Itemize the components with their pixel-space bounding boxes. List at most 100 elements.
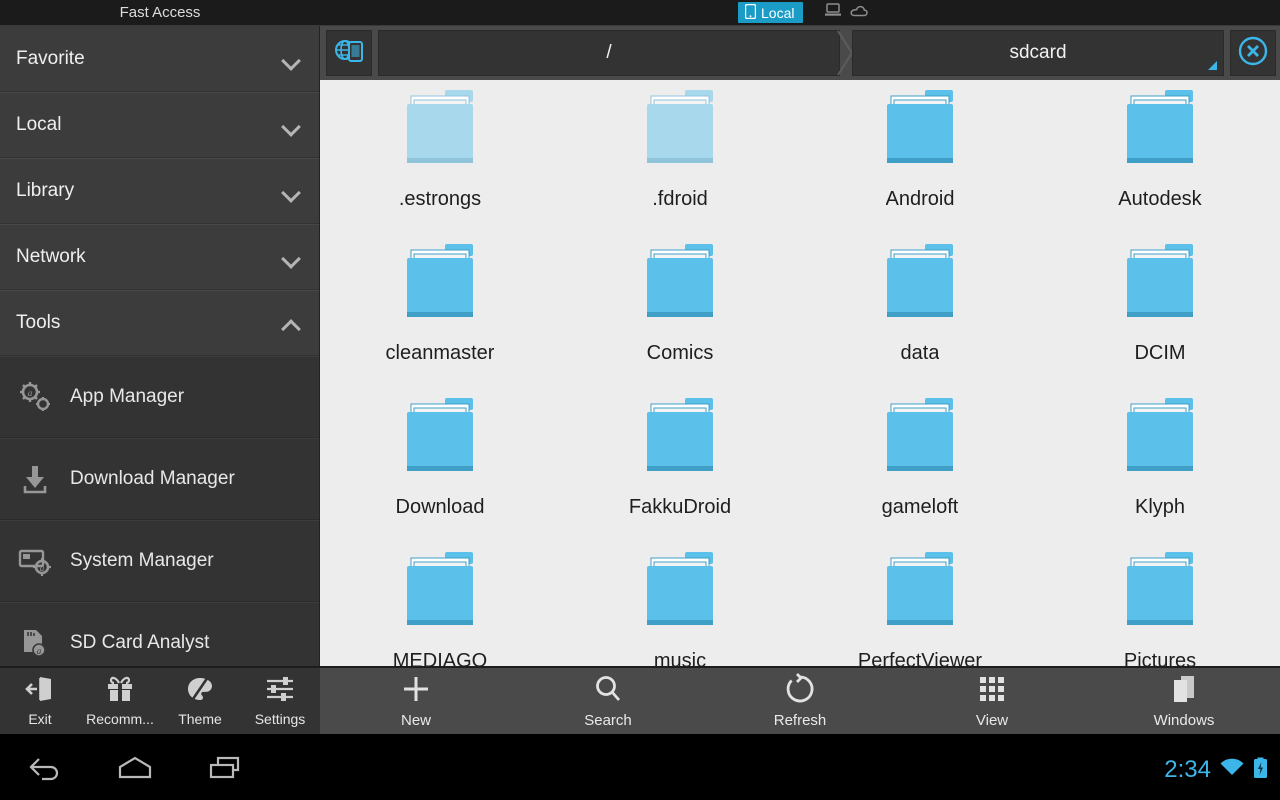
file-grid-item[interactable]: Klyph [1040, 388, 1280, 542]
svg-text:a: a [40, 563, 45, 573]
file-grid-item[interactable]: music [560, 542, 800, 666]
file-grid-item[interactable]: PerfectViewer [800, 542, 1040, 666]
refresh-button[interactable]: Refresh [704, 673, 896, 729]
folder-icon [881, 396, 959, 488]
file-name-label: Klyph [1134, 496, 1186, 518]
file-grid-item[interactable]: FakkuDroid [560, 388, 800, 542]
search-button[interactable]: Search [512, 673, 704, 729]
breadcrumb-segment-root[interactable]: / [378, 30, 840, 76]
file-grid-item[interactable]: gameloft [800, 388, 1040, 542]
file-grid-item[interactable]: Autodesk [1040, 80, 1280, 234]
file-grid-item[interactable]: cleanmaster [320, 234, 560, 388]
folder-icon [641, 242, 719, 334]
button-label: Settings [254, 711, 306, 727]
sidebar-item-system-manager[interactable]: a System Manager [0, 520, 319, 602]
file-grid-item[interactable]: .fdroid [560, 80, 800, 234]
file-grid-item[interactable]: DCIM [1040, 234, 1280, 388]
battery-charging-icon [1253, 757, 1268, 784]
android-file-manager-screen: Fast Access Local Favorite Local Library… [0, 0, 1280, 800]
wifi-icon [1219, 758, 1245, 783]
file-grid-item[interactable]: .estrongs [320, 80, 560, 234]
recents-icon [206, 755, 248, 786]
file-name-label: music [653, 650, 707, 666]
folder-icon [401, 88, 479, 180]
file-grid-item[interactable]: Android [800, 80, 1040, 234]
cloud-icon[interactable] [850, 4, 868, 22]
sidebar-group-label: Tools [16, 312, 61, 333]
folder-icon [1121, 88, 1199, 180]
breadcrumb-dropdown-marker-icon[interactable] [1208, 61, 1217, 70]
folder-icon [881, 550, 959, 642]
exit-button[interactable]: Exit [0, 675, 80, 727]
sidebar-group-label: Local [16, 114, 62, 135]
sidebar-group-local[interactable]: Local [0, 92, 319, 158]
sidebar: Favorite Local Library Network Tools a A… [0, 26, 320, 666]
recommend-button[interactable]: Recomm... [80, 675, 160, 727]
folder-icon [1121, 550, 1199, 642]
view-button[interactable]: View [896, 673, 1088, 729]
file-grid-item[interactable]: data [800, 234, 1040, 388]
status-bar: Fast Access Local [0, 0, 1280, 26]
back-button[interactable] [12, 752, 82, 788]
location-switch-button[interactable] [326, 30, 372, 76]
fast-access-title: Fast Access [119, 4, 201, 21]
file-name-label: Download [395, 496, 485, 518]
button-label: View [975, 712, 1009, 729]
sidebar-item-label: Download Manager [70, 468, 235, 489]
file-grid-item[interactable]: Comics [560, 234, 800, 388]
sidebar-item-download-manager[interactable]: Download Manager [0, 438, 319, 520]
gift-icon [105, 675, 135, 708]
sidebar-item-sd-card-analyst[interactable]: a SD Card Analyst [0, 602, 319, 666]
grid-icon [976, 673, 1008, 710]
sidebar-group-favorite[interactable]: Favorite [0, 26, 319, 92]
plus-icon [400, 673, 432, 710]
file-name-label: Comics [646, 342, 714, 364]
back-icon [27, 755, 67, 786]
system-card-gear-icon: a [18, 544, 52, 578]
file-name-label: Pictures [1123, 650, 1197, 666]
file-grid-item[interactable]: Pictures [1040, 542, 1280, 666]
folder-icon [881, 242, 959, 334]
sidebar-group-label: Library [16, 180, 75, 201]
sidebar-item-app-manager[interactable]: a App Manager [0, 356, 319, 438]
chevron-down-icon [281, 118, 303, 132]
home-button[interactable] [100, 752, 170, 788]
file-name-label: FakkuDroid [628, 496, 732, 518]
sidebar-group-tools[interactable]: Tools [0, 290, 319, 356]
folder-icon [1121, 396, 1199, 488]
breadcrumb-segment-current[interactable]: sdcard [852, 30, 1224, 76]
theme-button[interactable]: Theme [160, 675, 240, 727]
folder-icon [1121, 242, 1199, 334]
sidebar-item-label: System Manager [70, 550, 214, 571]
breadcrumb-label: / [606, 42, 612, 63]
file-grid-item[interactable]: Download [320, 388, 560, 542]
folder-icon [881, 88, 959, 180]
svg-text:a: a [28, 388, 33, 398]
sidebar-item-label: App Manager [70, 386, 185, 407]
file-grid-item[interactable]: MEDIAGO [320, 542, 560, 666]
button-label: Refresh [773, 712, 827, 729]
computer-icon[interactable] [825, 3, 841, 22]
file-grid-area[interactable]: .estrongs .fdroid Android Autodesk cleanmast… [320, 80, 1280, 666]
folder-icon [401, 242, 479, 334]
file-name-label: DCIM [1134, 342, 1186, 364]
sidebar-group-library[interactable]: Library [0, 158, 319, 224]
windows-button[interactable]: Windows [1088, 673, 1280, 729]
sidebar-group-label: Network [16, 246, 86, 267]
recents-button[interactable] [192, 752, 262, 788]
local-tab-label: Local [761, 4, 795, 21]
folder-icon [401, 550, 479, 642]
close-tab-button[interactable] [1230, 30, 1276, 76]
new-button[interactable]: New [320, 673, 512, 729]
file-name-label: .estrongs [398, 188, 482, 210]
file-name-label: data [900, 342, 940, 364]
close-circle-icon [1236, 34, 1270, 73]
settings-button[interactable]: Settings [240, 675, 320, 727]
exit-door-icon [25, 675, 55, 708]
sidebar-group-label: Favorite [16, 47, 85, 69]
chevron-down-icon [281, 184, 303, 198]
phone-icon [744, 3, 757, 22]
left-bottom-toolbar: Exit Recomm... Theme Settings [0, 666, 320, 734]
local-tab-badge[interactable]: Local [738, 2, 804, 23]
sidebar-group-network[interactable]: Network [0, 224, 319, 290]
